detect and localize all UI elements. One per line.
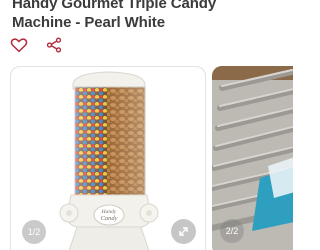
heart-icon xyxy=(10,38,28,53)
slide-counter-2: 2/2 xyxy=(220,219,244,243)
logo-candy: Candy xyxy=(101,215,118,222)
gallery-slide-1[interactable]: Handy Candy 1/2 xyxy=(10,66,206,250)
gallery-slide-2[interactable]: 2/2 xyxy=(212,66,293,250)
share-button[interactable] xyxy=(45,36,63,54)
expand-icon xyxy=(179,227,188,236)
product-title-line-2: Machine - Pearl White xyxy=(12,14,165,31)
favorite-button[interactable] xyxy=(10,36,28,54)
slide-counter: 1/2 xyxy=(22,220,46,244)
share-icon xyxy=(46,37,62,53)
image-carousel[interactable]: Handy Candy 1/2 2/2 xyxy=(0,66,293,250)
product-title-line-1: Handy Gourmet Triple Candy xyxy=(12,0,217,12)
zoom-button[interactable] xyxy=(171,219,196,244)
product-title: Handy Gourmet Triple Candy Machine - Pea… xyxy=(12,0,287,32)
